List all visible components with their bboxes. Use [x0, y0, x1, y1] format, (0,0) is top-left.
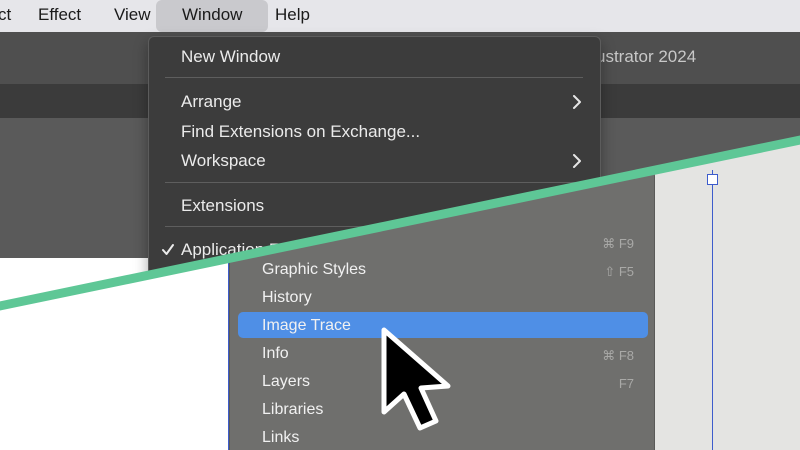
arrow-cursor-icon: [381, 327, 451, 431]
screenshot-stage: ⌘ F9 Graphic Styles ⇧ F5 History Image T…: [0, 0, 800, 450]
